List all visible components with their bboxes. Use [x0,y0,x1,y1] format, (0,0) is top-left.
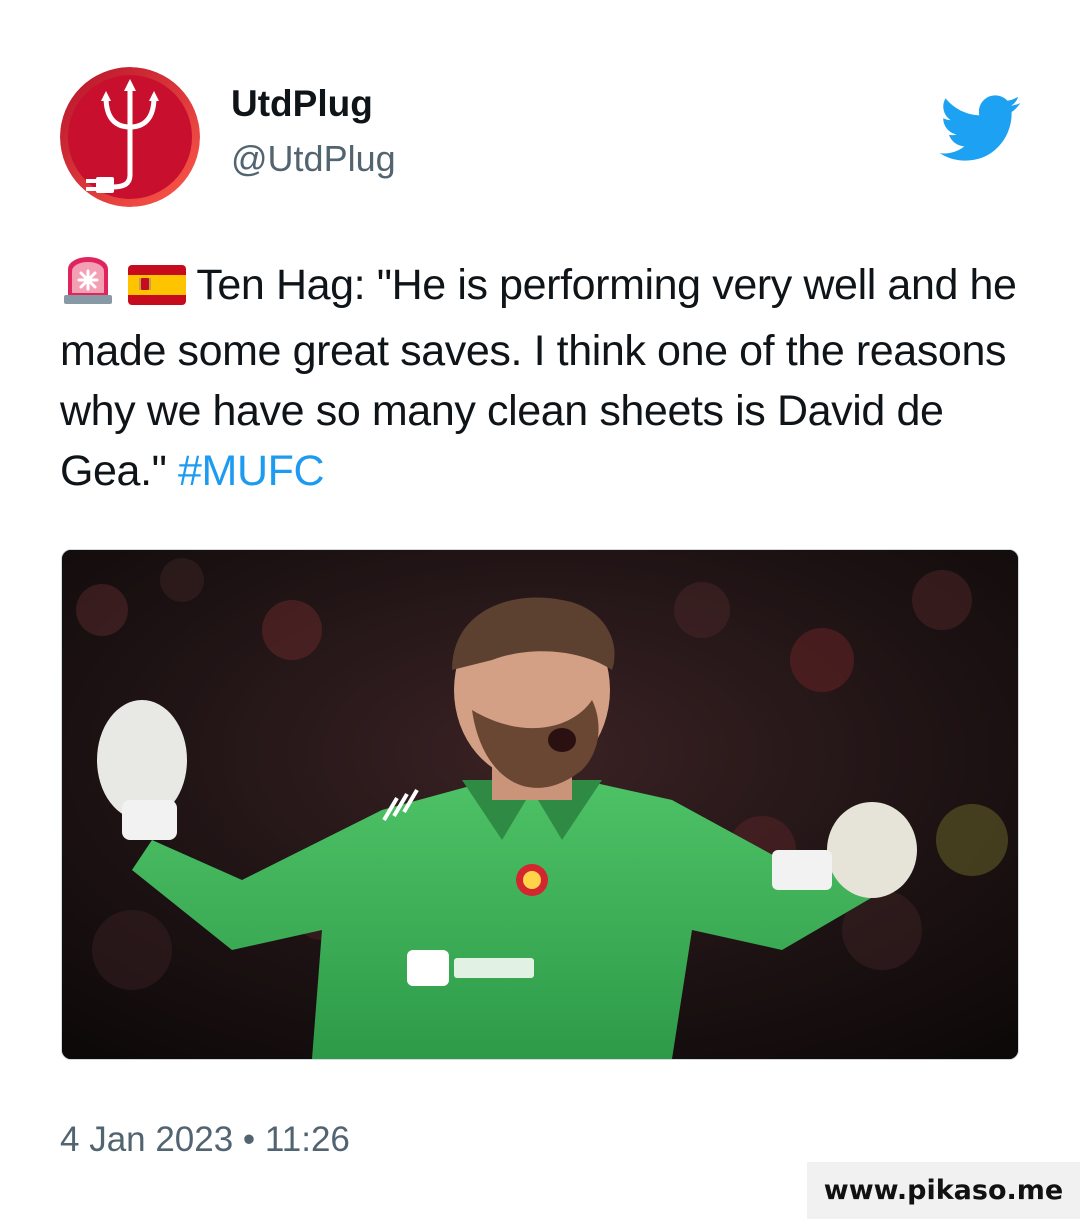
goalkeeper-photo [62,550,1018,1059]
hashtag-link[interactable]: #MUFC [178,447,325,495]
trident-plug-logo-icon [60,67,200,207]
tweet-timestamp[interactable]: 4 Jan 2023 • 11:26 [60,1118,350,1162]
watermark: www.pikaso.me [807,1162,1080,1219]
spain-flag-emoji [127,261,186,321]
police-light-emoji [60,255,116,321]
tweet-media-photo[interactable] [61,549,1019,1060]
display-name[interactable]: UtdPlug [231,82,373,126]
tweet-text: Ten Hag: "He is performing very well and… [60,255,1040,501]
twitter-bird-icon [939,95,1022,163]
user-handle[interactable]: @UtdPlug [231,137,396,181]
avatar[interactable] [60,67,200,207]
